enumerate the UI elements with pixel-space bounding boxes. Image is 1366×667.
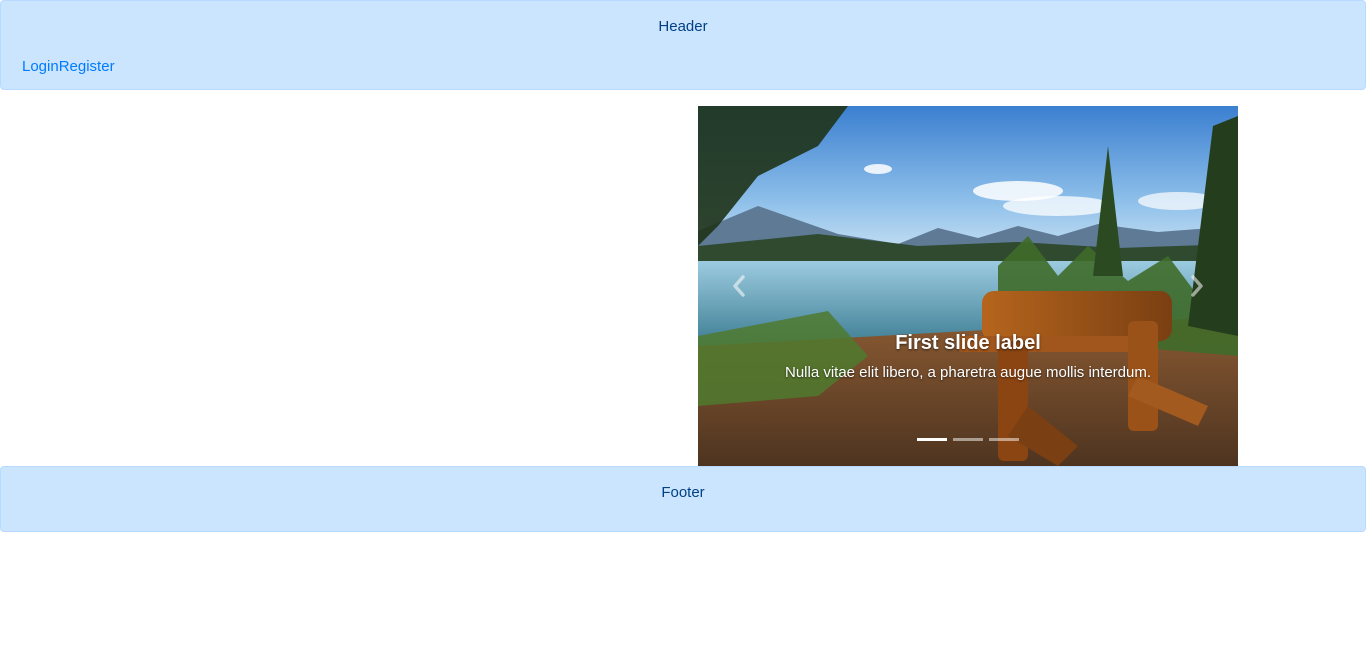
- slide-caption: First slide label Nulla vitae elit liber…: [779, 330, 1157, 385]
- carousel-prev-button[interactable]: [698, 106, 780, 466]
- register-link[interactable]: Register: [59, 58, 115, 76]
- chevron-right-icon: [1191, 275, 1203, 297]
- carousel-indicators: [698, 438, 1238, 441]
- chevron-left-icon: [733, 275, 745, 297]
- image-carousel: First slide label Nulla vitae elit liber…: [698, 106, 1238, 466]
- slide-caption-text: Nulla vitae elit libero, a pharetra augu…: [784, 364, 1152, 381]
- slide-caption-title: First slide label: [895, 332, 1041, 354]
- footer-panel: Footer: [0, 466, 1366, 532]
- header-title: Header: [658, 18, 708, 35]
- login-link[interactable]: Login: [22, 58, 59, 76]
- auth-nav: Login Register: [22, 58, 115, 76]
- header-panel: Header Login Register: [0, 0, 1366, 90]
- carousel-indicator-2[interactable]: [953, 438, 983, 441]
- footer-title: Footer: [661, 484, 705, 501]
- carousel-next-button[interactable]: [1156, 106, 1238, 466]
- carousel-indicator-3[interactable]: [989, 438, 1019, 441]
- carousel-indicator-1[interactable]: [917, 438, 947, 441]
